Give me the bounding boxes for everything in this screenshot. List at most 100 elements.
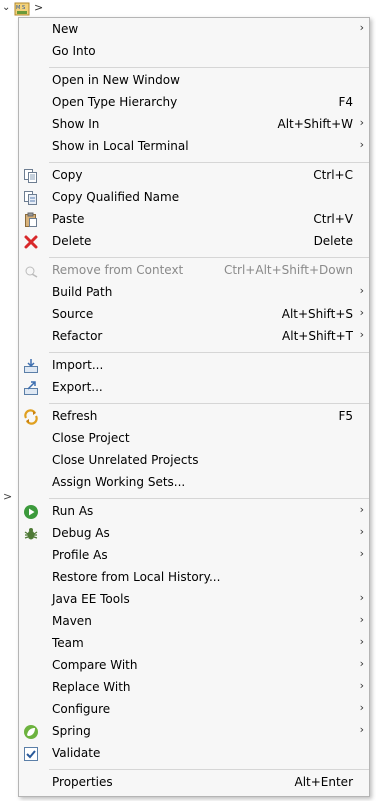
menu-item-source[interactable]: Source Alt+Shift+S › [19,304,369,326]
menu-label: Replace With [52,680,131,694]
menu-item-remove-from-context: Remove from Context Ctrl+Alt+Shift+Down [19,260,369,282]
menu-label: Paste [52,212,85,226]
menu-item-assign-working-sets[interactable]: Assign Working Sets... [19,472,369,494]
menu-item-run-as[interactable]: Run As › [19,501,369,523]
menu-item-copy-qualified-name[interactable]: Copy Qualified Name [19,187,369,209]
submenu-arrow-icon: › [359,116,364,129]
menu-separator [49,257,369,258]
menu-shortcut: F5 [338,409,353,423]
menu-label: Build Path [52,285,113,299]
menu-item-import[interactable]: Import... [19,355,369,377]
menu-label: Go Into [52,44,96,58]
menu-item-maven[interactable]: Maven › [19,611,369,633]
copy-qualified-name-icon [24,191,37,205]
menu-item-profile-as[interactable]: Profile As › [19,545,369,567]
menu-label: Open in New Window [52,73,180,87]
debug-bug-icon [24,528,38,540]
submenu-arrow-icon: › [359,503,364,516]
menu-item-restore-from-local-history[interactable]: Restore from Local History... [19,567,369,589]
menu-label: Refresh [52,409,98,423]
submenu-arrow-icon: › [359,701,364,714]
menu-item-properties[interactable]: Properties Alt+Enter [19,772,369,794]
menu-item-show-in[interactable]: Show In Alt+Shift+W › [19,114,369,136]
submenu-arrow-icon: › [359,21,364,34]
menu-item-refresh[interactable]: Refresh F5 [19,406,369,428]
menu-label: Run As [52,504,94,518]
menu-label: Copy Qualified Name [52,190,180,204]
menu-shortcut: Ctrl+Alt+Shift+Down [223,263,353,277]
menu-shortcut: Alt+Shift+T [282,329,353,343]
menu-label: Close Project [52,431,130,445]
menu-shortcut: Alt+Shift+S [281,307,353,321]
menu-label: Properties [52,775,113,789]
menu-item-open-type-hierarchy[interactable]: Open Type Hierarchy F4 [19,92,369,114]
menu-item-copy[interactable]: Copy Ctrl+C [19,165,369,187]
menu-item-delete[interactable]: Delete Delete [19,231,369,253]
menu-label: Source [52,307,94,321]
maven-project-icon: M S [14,2,30,16]
spring-leaf-icon [24,725,38,739]
menu-label: Refactor [52,329,103,343]
svg-text:S: S [22,5,25,11]
menu-shortcut: Alt+Shift+W [277,117,354,131]
menu-label: Java EE Tools [52,592,130,606]
svg-text:M: M [16,5,20,11]
collapsed-twisty-icon[interactable]: > [3,490,12,503]
menu-separator [49,498,369,499]
refresh-icon [24,409,38,425]
project-tree-row[interactable]: ⌄ M S > [0,0,330,18]
menu-item-open-in-new-window[interactable]: Open in New Window [19,70,369,92]
menu-separator [49,403,369,404]
menu-label: Team [52,636,84,650]
menu-label: Debug As [52,526,110,540]
menu-item-go-into[interactable]: Go Into [19,41,369,63]
import-icon [24,359,38,373]
menu-item-replace-with[interactable]: Replace With › [19,677,369,699]
checkbox-checked-icon [24,747,38,761]
menu-shortcut: Ctrl+V [313,212,353,226]
menu-label: Restore from Local History... [52,570,221,584]
menu-label: Copy [52,168,83,182]
menu-label: Export... [52,380,103,394]
submenu-arrow-icon: › [359,306,364,319]
submenu-arrow-icon: › [359,723,364,736]
menu-item-java-ee-tools[interactable]: Java EE Tools › [19,589,369,611]
menu-label: Remove from Context [52,263,184,277]
menu-label: Spring [52,724,91,738]
submenu-arrow-icon: › [359,328,364,341]
menu-item-build-path[interactable]: Build Path › [19,282,369,304]
menu-label: Configure [52,702,111,716]
menu-item-close-project[interactable]: Close Project [19,428,369,450]
expand-twisty-icon[interactable]: ⌄ [2,2,10,13]
run-icon [24,505,38,519]
paste-icon [25,212,37,227]
menu-item-export[interactable]: Export... [19,377,369,399]
menu-label: Validate [52,746,101,760]
menu-item-refactor[interactable]: Refactor Alt+Shift+T › [19,326,369,348]
submenu-arrow-icon: › [359,547,364,560]
menu-label: Show in Local Terminal [52,139,189,153]
menu-shortcut: Ctrl+C [313,168,353,182]
menu-shortcut: Delete [313,234,353,248]
menu-label: Assign Working Sets... [52,475,186,489]
submenu-arrow-icon: › [359,525,364,538]
menu-label: Compare With [52,658,138,672]
menu-item-compare-with[interactable]: Compare With › [19,655,369,677]
menu-item-configure[interactable]: Configure › [19,699,369,721]
menu-label: Delete [52,234,92,248]
menu-shortcut: F4 [338,95,353,109]
menu-item-new[interactable]: New › [19,19,369,41]
menu-item-validate[interactable]: Validate [19,743,369,765]
menu-item-paste[interactable]: Paste Ctrl+V [19,209,369,231]
menu-item-close-unrelated-projects[interactable]: Close Unrelated Projects [19,450,369,472]
menu-separator [49,352,369,353]
menu-item-debug-as[interactable]: Debug As › [19,523,369,545]
menu-label: Show In [52,117,100,131]
menu-separator [49,162,369,163]
copy-icon [24,169,37,183]
menu-item-spring[interactable]: Spring › [19,721,369,743]
submenu-arrow-icon: › [359,284,364,297]
menu-item-team[interactable]: Team › [19,633,369,655]
menu-separator [49,769,369,770]
menu-item-show-in-local-terminal[interactable]: Show in Local Terminal › [19,136,369,158]
